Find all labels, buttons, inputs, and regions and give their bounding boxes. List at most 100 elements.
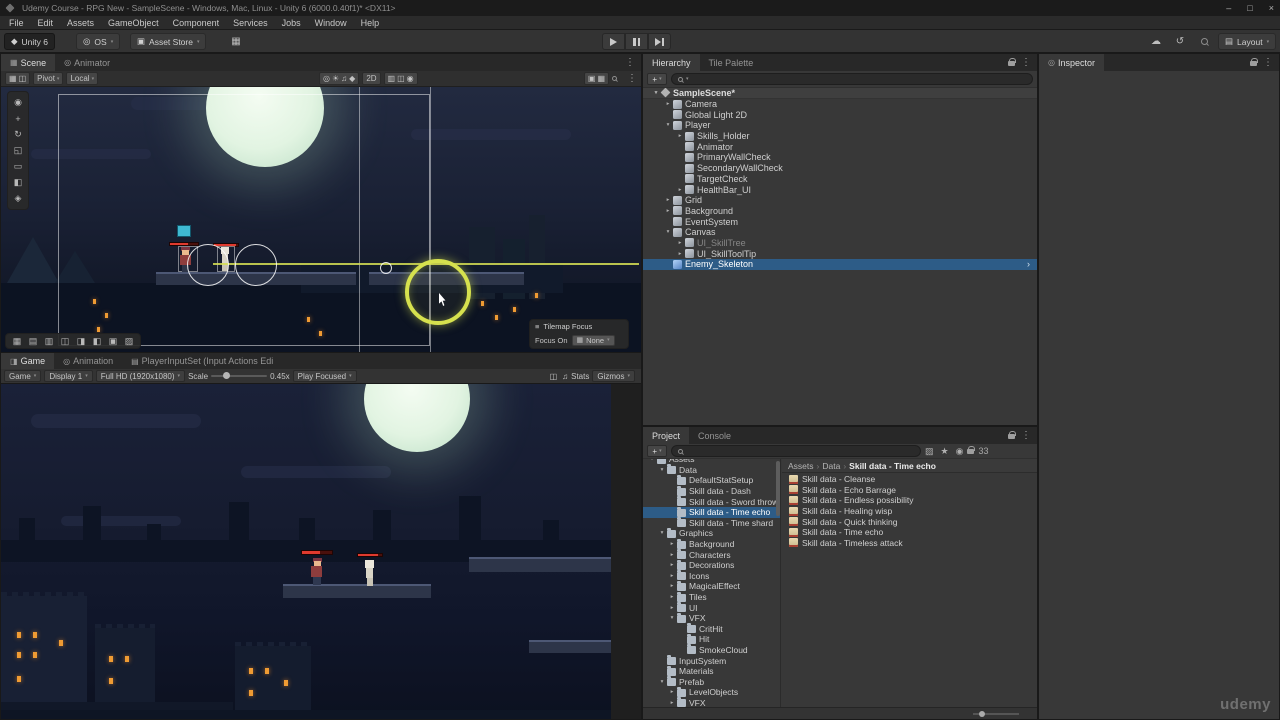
create-object-button[interactable]: + ▾ [647, 73, 667, 85]
unity-version-badge[interactable]: ◆ Unity 6 [4, 33, 56, 50]
tool-button[interactable]: ◧ [10, 175, 26, 190]
expand-arrow-icon[interactable]: ▸ [675, 240, 685, 246]
hierarchy-row[interactable]: TargetCheck [643, 174, 1037, 185]
scene-toolbar-menu-icon[interactable]: ⋮ [627, 73, 637, 84]
asset-row[interactable]: Skill data - Healing wisp [782, 506, 1037, 517]
menu-item[interactable]: Component [166, 16, 227, 30]
folder-row[interactable]: Skill data - Time echo [643, 506, 780, 518]
tool-button[interactable]: ◱ [10, 143, 26, 158]
os-target-dropdown[interactable]: ◎ OS ▾ [76, 33, 121, 50]
project-filter-icons[interactable]: ▨ ★ ◉ [925, 446, 963, 457]
tile-tool-button[interactable]: ▦ [9, 334, 25, 349]
folder-row[interactable]: Skill data - Dash [643, 485, 780, 497]
tile-tool-button[interactable]: ◫ [57, 334, 73, 349]
menu-item[interactable]: Assets [60, 16, 101, 30]
view-options-buttons[interactable]: ◎ ☀ ♫ ◆ [319, 72, 360, 85]
hierarchy-row[interactable]: ▸ UI_SkillTree [643, 238, 1037, 249]
folder-row[interactable]: ▾ Prefab [643, 676, 780, 687]
expand-arrow-icon[interactable]: ▸ [667, 594, 677, 600]
hierarchy-row[interactable]: EventSystem [643, 216, 1037, 227]
hierarchy-row[interactable]: ▾ Player [643, 120, 1037, 131]
hierarchy-row[interactable]: ▾ Canvas [643, 227, 1037, 238]
tab-inspector[interactable]: ◎ Inspector [1039, 54, 1105, 71]
tab[interactable]: ◎ Animator [55, 54, 119, 71]
folder-row[interactable]: DefaultStatSetup [643, 474, 780, 486]
folder-row[interactable]: ▸ Background [643, 538, 780, 550]
tool-button[interactable]: + [10, 111, 26, 126]
tile-tool-button[interactable]: ▣ [105, 334, 121, 349]
game-mode-dropdown[interactable]: Game ▾ [4, 370, 42, 382]
lock-icon[interactable] [1008, 431, 1016, 439]
scale-slider[interactable] [211, 372, 268, 379]
game-view-icons[interactable]: ◫ ♫ [550, 372, 569, 381]
scene-search-icon[interactable] [612, 76, 617, 81]
tool-button[interactable]: ◉ [10, 95, 26, 110]
folder-row[interactable]: ▸ LevelObjects [643, 686, 780, 698]
minimize-button[interactable]: – [1226, 3, 1231, 13]
asset-store-dropdown[interactable]: ▣ Asset Store ▾ [130, 33, 207, 50]
stats-button[interactable]: Stats [571, 372, 589, 381]
expand-arrow-icon[interactable]: ▸ [675, 187, 685, 193]
expand-arrow-icon[interactable]: ▸ [667, 689, 677, 695]
folder-row[interactable]: ▸ UI [643, 602, 780, 613]
hierarchy-row[interactable]: Animator [643, 141, 1037, 152]
breadcrumb-segment[interactable]: Data [822, 461, 840, 471]
tab[interactable]: Console [689, 427, 740, 444]
folder-row[interactable]: ▾ Graphics [643, 527, 780, 539]
asset-row[interactable]: Skill data - Timeless attack [782, 538, 1037, 549]
folder-row[interactable]: SmokeCloud [643, 644, 780, 656]
camera-gizmos-buttons[interactable]: ▣ ▦ [583, 72, 609, 85]
folder-row[interactable]: CritHit [643, 623, 780, 635]
folder-row[interactable]: ▸ Decorations [643, 559, 780, 571]
step-button[interactable] [648, 33, 671, 50]
resolution-dropdown[interactable]: Full HD (1920x1080) ▾ [95, 370, 186, 382]
expand-arrow-icon[interactable]: ▾ [647, 459, 657, 462]
asset-row[interactable]: Skill data - Cleanse [782, 474, 1037, 485]
pause-button[interactable] [625, 33, 648, 50]
menu-item[interactable]: Edit [31, 16, 61, 30]
gizmos-dropdown[interactable]: Gizmos ▾ [592, 370, 635, 382]
expand-arrow-icon[interactable]: ▾ [651, 90, 661, 96]
2d-toggle[interactable]: 2D [362, 72, 381, 85]
expand-arrow-icon[interactable]: ▸ [675, 251, 685, 257]
folder-row[interactable]: InputSystem [643, 655, 780, 666]
folder-row[interactable]: ▸ MagicalEffect [643, 580, 780, 592]
play-button[interactable] [602, 33, 625, 50]
asset-row[interactable]: Skill data - Echo Barrage [782, 485, 1037, 496]
hierarchy-row[interactable]: Global Light 2D [643, 109, 1037, 120]
folder-row[interactable]: ▸ Characters [643, 549, 780, 560]
expand-arrow-icon[interactable]: ▾ [663, 122, 673, 128]
menu-item[interactable]: Jobs [275, 16, 308, 30]
handle-rotation-dropdown[interactable]: Local ▾ [66, 72, 99, 85]
folder-row[interactable]: Skill data - Time shard [643, 517, 780, 529]
expand-arrow-icon[interactable]: ▸ [667, 562, 677, 568]
cloud-services-button[interactable]: ☁ [1146, 33, 1166, 50]
close-button[interactable]: × [1269, 3, 1274, 13]
folder-row[interactable]: ▾ VFX [643, 612, 780, 624]
panel-menu-icon[interactable]: ⋮ [625, 57, 635, 68]
expand-arrow-icon[interactable]: ▸ [663, 208, 673, 214]
folder-row[interactable]: Hit [643, 633, 780, 645]
hierarchy-row[interactable]: ▸ Camera [643, 99, 1037, 110]
folder-row[interactable]: Materials [643, 665, 780, 677]
panel-menu-icon[interactable]: ⋮ [1021, 430, 1031, 441]
tab[interactable]: ▦ Scene [1, 54, 56, 71]
hierarchy-row[interactable]: ▾ SampleScene* [643, 88, 1037, 99]
create-asset-button[interactable]: + ▾ [647, 445, 667, 457]
panel-menu-icon[interactable]: ⋮ [1021, 57, 1031, 68]
tab[interactable]: ▤ PlayerInputSet (Input Actions Edi [122, 353, 282, 369]
expand-arrow-icon[interactable]: ▸ [667, 583, 677, 589]
tile-tool-button[interactable]: ▤ [25, 334, 41, 349]
breadcrumb-segment[interactable]: Skill data - Time echo [849, 461, 936, 471]
scene-viewport[interactable]: ◉ + ↻ ◱ ▭ ◧ ◈ ▦ ▤ ▥ ◫ ◨ ◧ ▣ ▨ ≡ Tilemap Focus Focus O… [1, 87, 641, 352]
tool-button[interactable]: ◈ [10, 191, 26, 206]
expand-arrow-icon[interactable]: ▾ [667, 615, 677, 621]
grid-visibility-button[interactable]: ▦ ◫ [5, 72, 31, 85]
asset-row[interactable]: Skill data - Quick thinking [782, 516, 1037, 527]
layout-dropdown[interactable]: ▤ Layout ▾ [1218, 33, 1277, 50]
hierarchy-row[interactable]: SecondaryWallCheck [643, 163, 1037, 174]
hierarchy-row[interactable]: PrimaryWallCheck [643, 152, 1037, 163]
expand-arrow-icon[interactable]: ▸ [663, 101, 673, 107]
grid-tool-button[interactable]: ▦ [226, 33, 246, 50]
expand-arrow-icon[interactable]: ▸ [667, 605, 677, 611]
